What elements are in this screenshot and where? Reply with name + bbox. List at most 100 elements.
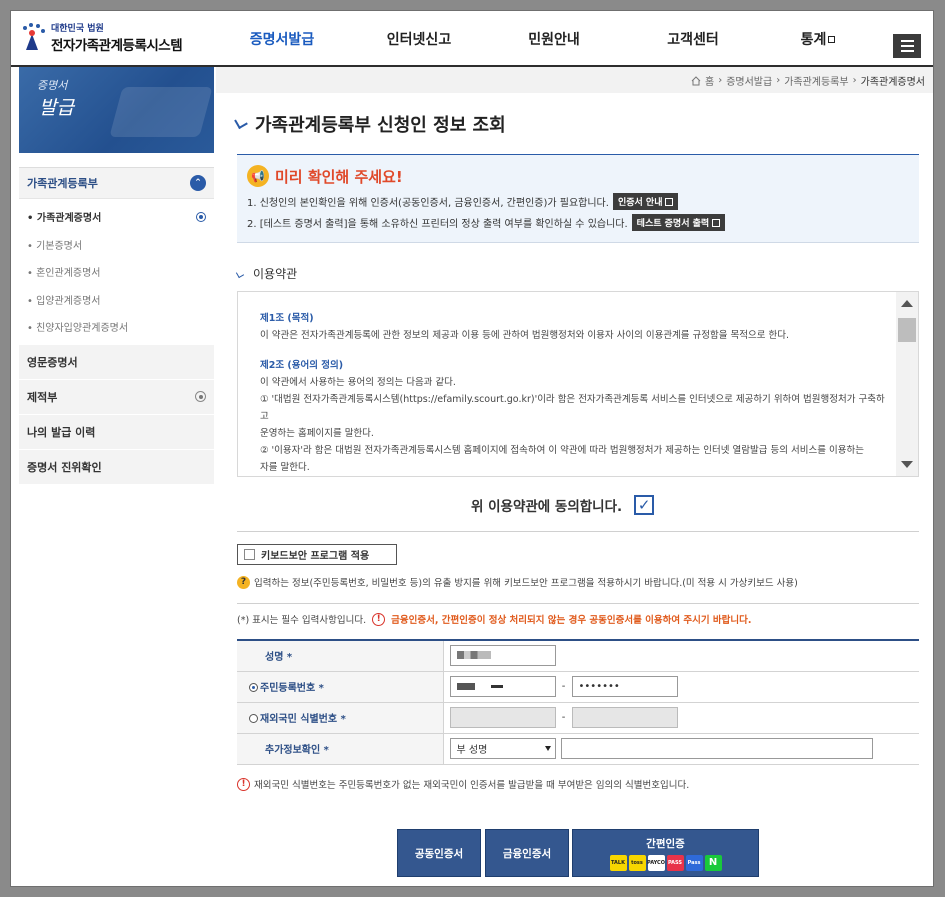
external-link-icon — [712, 218, 721, 227]
form-row-extra: 추가정보확인 * 부 성명 — [237, 733, 919, 765]
nav-statistics[interactable]: 통계 — [763, 11, 873, 67]
agree-checkbox[interactable]: ✓ — [634, 495, 655, 515]
foreign-front-input[interactable] — [449, 707, 556, 728]
sidebar-item-basic[interactable]: • 기본증명서 — [19, 231, 214, 259]
terms-content: 제1조 (목적) 이 약관은 전자가족관계등록에 관한 정보의 제공과 이용 등… — [260, 310, 890, 476]
foreign-radio[interactable] — [249, 714, 258, 723]
dropdown-arrow-icon — [544, 746, 551, 751]
side-banner: 증명서 발급 — [19, 67, 214, 153]
keyboard-security-checkbox[interactable]: 키보드보안 프로그램 적용 — [237, 544, 397, 565]
browser-frame: 대한민국 법원 전자가족관계등록시스템 증명서발급 인터넷신고 민원안내 고객센… — [10, 10, 934, 887]
nav-internet-report[interactable]: 인터넷신고 — [353, 11, 485, 67]
terms-article-2-title: 제2조 (용어의 정의) — [260, 360, 344, 371]
rrn-back-input[interactable]: ••••••• — [571, 676, 678, 697]
logo-title: 전자가족관계등록시스템 — [51, 38, 183, 54]
terms-section-label: 이용약관 — [235, 265, 297, 282]
foreign-back-input[interactable] — [571, 707, 678, 728]
section-marker-icon — [235, 269, 245, 278]
checkbox-icon — [244, 549, 255, 560]
title-check-icon — [234, 115, 248, 130]
sidebar-item-english[interactable]: 영문증명서 — [19, 344, 214, 380]
sidebar: 가족관계등록부 ⌃ • 가족관계증명서 • 기본증명서 • 혼인관계증명서 • … — [19, 167, 214, 485]
external-link-icon — [665, 197, 674, 206]
warning-icon: ! — [237, 777, 250, 791]
terms-box[interactable]: 제1조 (목적) 이 약관은 전자가족관계등록에 관한 정보의 제공과 이용 등… — [237, 291, 919, 477]
scroll-down-icon[interactable] — [901, 461, 913, 468]
warning-icon: ! — [372, 612, 386, 626]
keyboard-help: ? 입력하는 정보(주민등록번호, 비밀번호 등)의 유출 방지를 위해 키보드… — [237, 575, 798, 589]
kakao-icon: TALK — [609, 854, 627, 871]
cert-guide-button[interactable]: 인증서 안내 — [612, 193, 679, 210]
selected-indicator-icon — [196, 211, 206, 222]
sidebar-item-full-adoption[interactable]: • 친양자입양관계증명서 — [19, 313, 214, 341]
notice-line-2: 2. [테스트 증명서 출력]을 통해 소유하신 프린터의 정상 출력 여부를 … — [247, 214, 909, 231]
terms-scrollbar[interactable] — [896, 292, 918, 476]
breadcrumb-certificate[interactable]: 증명서발급 — [726, 73, 772, 88]
sidebar-item-removed-register[interactable]: 제적부 — [19, 379, 214, 415]
court-emblem-icon — [23, 22, 45, 50]
breadcrumb-home[interactable]: 홈 — [705, 73, 714, 88]
home-icon[interactable] — [691, 75, 701, 86]
nav-customer-center[interactable]: 고객센터 — [623, 11, 763, 67]
extra-info-input[interactable] — [560, 738, 873, 759]
terms-article-2-body: 이 약관에서 사용하는 용어의 정의는 다음과 같다. — [260, 377, 456, 388]
sidebar-item-my-history[interactable]: 나의 발급 이력 — [19, 414, 214, 450]
simple-auth-label: 간편인증 — [646, 837, 685, 850]
main-nav: 증명서발급 인터넷신고 민원안내 고객센터 통계 — [211, 11, 873, 67]
terms-article-1-body: 이 약관은 전자가족관계등록에 관한 정보의 제공과 이용 등에 관하여 법원행… — [260, 330, 790, 341]
page-title: 가족관계등록부 신청인 정보 조회 — [234, 111, 506, 137]
joint-cert-button[interactable]: 공동인증서 — [397, 829, 481, 877]
nav-certificate[interactable]: 증명서발급 — [211, 11, 353, 67]
naver-icon: N — [704, 854, 722, 871]
toss-icon: toss — [628, 854, 646, 871]
extra-info-select[interactable]: 부 성명 — [449, 738, 556, 759]
breadcrumb-bar: 홈 › 증명서발급 › 가족관계등록부 › 가족관계증명서 — [216, 67, 933, 93]
simple-auth-apps: TALK toss PAYCO PASS Pass N — [609, 854, 722, 871]
extra-label: 추가정보확인 * — [237, 733, 444, 765]
notice-box: 📢 미리 확인해 주세요! 1. 신청인의 본인확인을 위해 인증서(공동인증서… — [237, 155, 919, 243]
terms-agree-row: 위 이용약관에 동의합니다. ✓ — [471, 495, 655, 515]
foreign-label-cell[interactable]: 재외국민 식별번호 * — [237, 702, 444, 734]
question-icon: ? — [237, 575, 250, 589]
breadcrumb-family-register[interactable]: 가족관계등록부 — [784, 73, 848, 88]
applicant-form: 성명 * 주민등록번호 * - ••••••• 재외국민 식별번호 * - 추가정… — [237, 639, 919, 765]
hamburger-menu-button[interactable] — [893, 34, 921, 58]
sidebar-item-marriage[interactable]: • 혼인관계증명서 — [19, 258, 214, 286]
notice-line-1: 1. 신청인의 본인확인을 위해 인증서(공동인증서, 금융인증서, 간편인증)… — [247, 193, 909, 210]
form-row-name: 성명 * — [237, 640, 919, 672]
rrn-front-input[interactable] — [449, 676, 556, 697]
logo-small-text: 대한민국 법원 — [51, 24, 104, 34]
sidebar-item-adoption[interactable]: • 입양관계증명서 — [19, 286, 214, 314]
sidebar-item-verify[interactable]: 증명서 진위확인 — [19, 449, 214, 485]
expand-indicator-icon — [195, 391, 206, 402]
nav-civil-guide[interactable]: 민원안내 — [485, 11, 623, 67]
finance-cert-button[interactable]: 금융인증서 — [485, 829, 569, 877]
name-label: 성명 * — [237, 640, 444, 672]
site-logo[interactable]: 대한민국 법원 전자가족관계등록시스템 — [19, 21, 183, 54]
rrn-radio[interactable] — [249, 683, 258, 692]
scroll-up-icon[interactable] — [901, 300, 913, 307]
simple-auth-button[interactable]: 간편인증 TALK toss PAYCO PASS Pass N — [572, 829, 759, 877]
test-print-button[interactable]: 테스트 증명서 출력 — [631, 214, 726, 231]
notice-title: 📢 미리 확인해 주세요! — [247, 165, 909, 187]
pass-icon: PASS — [666, 854, 684, 871]
name-input[interactable] — [449, 645, 556, 667]
sidebar-section-family-register[interactable]: 가족관계등록부 ⌃ — [19, 167, 214, 199]
nav-statistics-label: 통계 — [800, 32, 827, 48]
form-row-rrn: 주민등록번호 * - ••••••• — [237, 671, 919, 703]
agree-label: 위 이용약관에 동의합니다. — [471, 499, 623, 515]
rrn-label-cell[interactable]: 주민등록번호 * — [237, 671, 444, 703]
breadcrumb-current: 가족관계증명서 — [860, 77, 925, 88]
banner-text-main: 발급 — [39, 97, 74, 119]
divider — [237, 531, 919, 532]
divider — [237, 603, 919, 604]
foreign-id-note: ! 재외국민 식별번호는 주민등록번호가 없는 재외국민이 인증서를 발급받을 … — [237, 777, 689, 791]
sidebar-item-family-relation[interactable]: • 가족관계증명서 — [19, 203, 214, 231]
required-note: (*) 표시는 필수 입력사항입니다. — [237, 615, 367, 626]
payco-icon: PAYCO — [647, 854, 665, 871]
site-header: 대한민국 법원 전자가족관계등록시스템 증명서발급 인터넷신고 민원안내 고객센… — [11, 11, 933, 67]
banner-decoration — [109, 87, 213, 137]
breadcrumb: 홈 › 증명서발급 › 가족관계등록부 › 가족관계증명서 — [691, 73, 925, 88]
scroll-thumb[interactable] — [898, 318, 916, 342]
sidebar-sub-list: • 가족관계증명서 • 기본증명서 • 혼인관계증명서 • 입양관계증명서 • … — [19, 199, 214, 345]
